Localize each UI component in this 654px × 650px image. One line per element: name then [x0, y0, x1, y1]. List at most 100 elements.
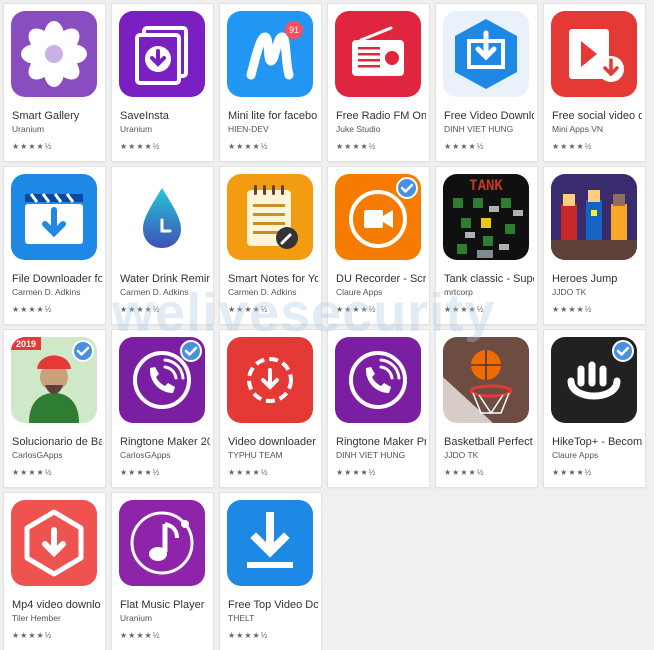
download-stack-icon	[119, 11, 205, 97]
app-developer[interactable]: HIEN-DEV	[228, 124, 318, 134]
app-title[interactable]: Heroes Jump	[552, 273, 642, 285]
star-rating: ★★★★½	[552, 305, 593, 314]
portrait-book-icon: 2019	[11, 337, 97, 423]
app-title[interactable]: HikeTop+ - Become	[552, 436, 642, 448]
app-title[interactable]: SaveInsta	[120, 110, 210, 122]
app-developer[interactable]: Carmen D. Adkins	[228, 287, 318, 297]
app-card[interactable]: 2019 Solucionario de Ba CarlosGApps ★★★★½	[4, 330, 105, 487]
star-rating: ★★★★½	[228, 305, 269, 314]
app-developer[interactable]: Claure Apps	[336, 287, 426, 297]
app-developer[interactable]: Juke Studio	[336, 124, 426, 134]
app-title[interactable]: Free Radio FM Onli	[336, 110, 426, 122]
music-note-icon	[119, 500, 205, 586]
messenger-m-icon: 91	[227, 11, 313, 97]
app-title[interactable]: Solucionario de Ba	[12, 436, 102, 448]
app-card[interactable]: SaveInsta Uranium ★★★★½	[112, 4, 213, 161]
star-rating: ★★★★½	[120, 305, 161, 314]
app-title[interactable]: Ringtone Maker Pro	[336, 436, 426, 448]
app-title[interactable]: Free Video Downlo	[444, 110, 534, 122]
app-developer[interactable]: Uranium	[120, 124, 210, 134]
app-card[interactable]: Heroes Jump JJDO TK ★★★★½	[544, 167, 645, 324]
app-grid: Smart Gallery Uranium ★★★★½ SaveInsta Urani…	[4, 4, 645, 650]
video-download-hexagon-icon	[443, 11, 529, 97]
app-card[interactable]: 91 Mini lite for facebo HIEN-DEV ★★★★½	[220, 4, 321, 161]
ringtone-phone-icon	[119, 337, 205, 423]
app-title[interactable]: Tank classic - Supe	[444, 273, 534, 285]
app-developer[interactable]: DINH VIET HUNG	[444, 124, 534, 134]
app-developer[interactable]: THELT	[228, 613, 318, 623]
verified-check-icon	[180, 340, 202, 362]
verified-check-icon	[396, 177, 418, 199]
app-title[interactable]: Video downloader	[228, 436, 318, 448]
app-card[interactable]: Basketball Perfect JJDO TK ★★★★½	[436, 330, 537, 487]
arrow-download-icon	[227, 500, 313, 586]
app-title[interactable]: Flat Music Player	[120, 599, 210, 611]
star-rating: ★★★★½	[12, 142, 53, 151]
star-rating: ★★★★½	[120, 468, 161, 477]
svg-text:2019: 2019	[16, 339, 36, 349]
app-card[interactable]: Video downloader TYPHU TEAM ★★★★½	[220, 330, 321, 487]
app-title[interactable]: Smart Notes for Yo	[228, 273, 318, 285]
star-rating: ★★★★½	[12, 305, 53, 314]
star-rating: ★★★★½	[444, 468, 485, 477]
star-rating: ★★★★½	[120, 631, 161, 640]
water-drop-clock-icon	[119, 174, 205, 260]
app-title[interactable]: DU Recorder - Scre	[336, 273, 426, 285]
app-card[interactable]: Smart Notes for Yo Carmen D. Adkins ★★★★½	[220, 167, 321, 324]
app-title[interactable]: Smart Gallery	[12, 110, 102, 122]
app-developer[interactable]: Tiler Hember	[12, 613, 102, 623]
app-developer[interactable]: Carmen D. Adkins	[12, 287, 102, 297]
app-card[interactable]: TANK Tank classic - Supe mrtcorp ★★★★½	[436, 167, 537, 324]
app-card[interactable]: Free Top Video Dow THELT ★★★★½	[220, 493, 321, 650]
app-card[interactable]: Flat Music Player Uranium ★★★★½	[112, 493, 213, 650]
app-developer[interactable]: DINH VIET HUNG	[336, 450, 426, 460]
app-developer[interactable]: Uranium	[12, 124, 102, 134]
app-title[interactable]: Free Top Video Dow	[228, 599, 318, 611]
app-card[interactable]: DU Recorder - Scre Claure Apps ★★★★½	[328, 167, 429, 324]
app-card[interactable]: Free social video d Mini Apps VN ★★★★½	[544, 4, 645, 161]
app-developer[interactable]: Uranium	[120, 613, 210, 623]
app-card[interactable]: Ringtone Maker 20 CarlosGApps ★★★★½	[112, 330, 213, 487]
star-rating: ★★★★½	[228, 142, 269, 151]
app-card[interactable]: HikeTop+ - Become Claure Apps ★★★★½	[544, 330, 645, 487]
star-rating: ★★★★½	[552, 142, 593, 151]
app-title[interactable]: Ringtone Maker 20	[120, 436, 210, 448]
app-developer[interactable]: CarlosGApps	[12, 450, 102, 460]
star-rating: ★★★★½	[336, 142, 377, 151]
app-developer[interactable]: CarlosGApps	[120, 450, 210, 460]
app-card[interactable]: Mp4 video downlo Tiler Hember ★★★★½	[4, 493, 105, 650]
app-developer[interactable]: JJDO TK	[444, 450, 534, 460]
clapper-download-icon	[11, 174, 97, 260]
app-developer[interactable]: JJDO TK	[552, 287, 642, 297]
app-title[interactable]: Basketball Perfect	[444, 436, 534, 448]
app-title[interactable]: Water Drink Remin	[120, 273, 210, 285]
tank-game-icon: TANK	[443, 174, 529, 260]
circle-download-icon	[227, 337, 313, 423]
app-title[interactable]: File Downloader for	[12, 273, 102, 285]
star-rating: ★★★★½	[444, 305, 485, 314]
star-rating: ★★★★½	[120, 142, 161, 151]
ringtone-phone-icon	[335, 337, 421, 423]
star-rating: ★★★★½	[336, 305, 377, 314]
star-rating: ★★★★½	[444, 142, 485, 151]
app-developer[interactable]: mrtcorp	[444, 287, 534, 297]
app-developer[interactable]: Carmen D. Adkins	[120, 287, 210, 297]
app-developer[interactable]: Mini Apps VN	[552, 124, 642, 134]
star-rating: ★★★★½	[228, 631, 269, 640]
app-developer[interactable]: Claure Apps	[552, 450, 642, 460]
heroes-pixel-icon	[551, 174, 637, 260]
flower-gallery-icon	[11, 11, 97, 97]
app-card[interactable]: Water Drink Remin Carmen D. Adkins ★★★★½	[112, 167, 213, 324]
notepad-icon	[227, 174, 313, 260]
verified-check-icon	[612, 340, 634, 362]
app-developer[interactable]: TYPHU TEAM	[228, 450, 318, 460]
app-card[interactable]: File Downloader for Carmen D. Adkins ★★★★½	[4, 167, 105, 324]
app-card[interactable]: Free Video Downlo DINH VIET HUNG ★★★★½	[436, 4, 537, 161]
app-title[interactable]: Mini lite for facebo	[228, 110, 318, 122]
app-card[interactable]: Smart Gallery Uranium ★★★★½	[4, 4, 105, 161]
app-card[interactable]: Free Radio FM Onli Juke Studio ★★★★½	[328, 4, 429, 161]
app-title[interactable]: Mp4 video downlo	[12, 599, 102, 611]
app-title[interactable]: Free social video d	[552, 110, 642, 122]
app-card[interactable]: Ringtone Maker Pro DINH VIET HUNG ★★★★½	[328, 330, 429, 487]
verified-check-icon	[72, 340, 94, 362]
